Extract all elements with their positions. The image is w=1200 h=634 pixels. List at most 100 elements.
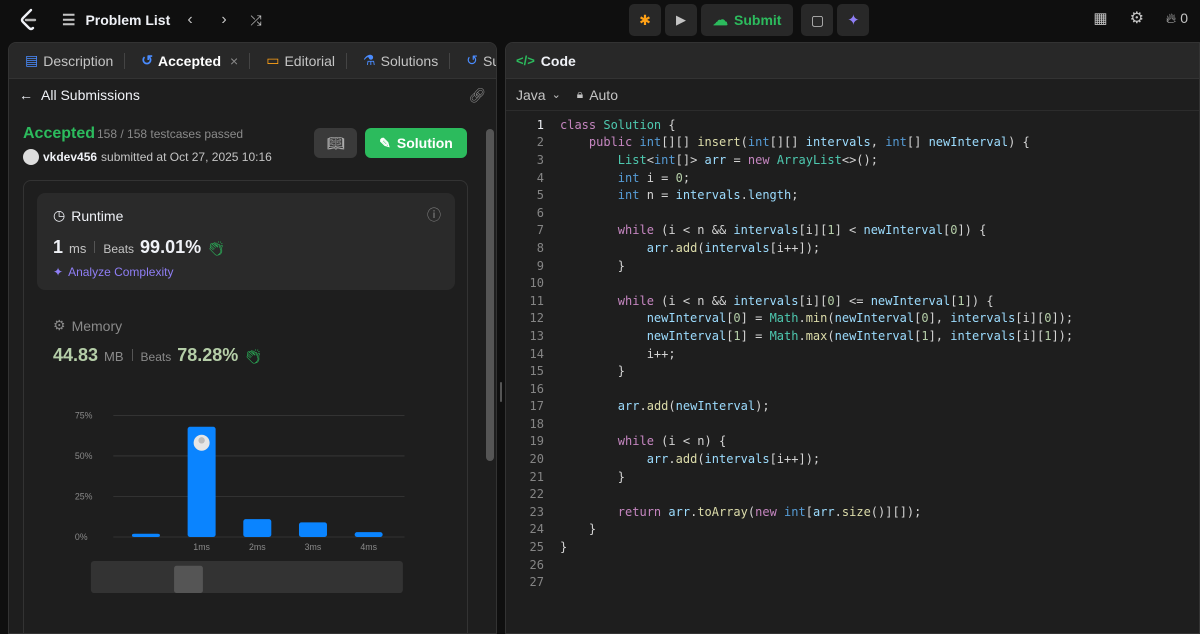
code-line[interactable]: 16 <box>506 380 1199 398</box>
code-line[interactable]: 8 arr.add(intervals[i++]); <box>506 239 1199 257</box>
code-line[interactable]: 19 while (i < n) { <box>506 433 1199 451</box>
tab-accepted[interactable]: ↺ Accepted × <box>133 43 258 79</box>
tab-solutions[interactable]: ⚗ Solutions <box>355 43 458 79</box>
chart-bar-2ms[interactable] <box>243 519 272 537</box>
chevron-down-icon: ⌄ <box>551 89 561 101</box>
runtime-beats-pct: 99.01% <box>140 237 202 257</box>
avatar[interactable] <box>23 149 39 165</box>
book-icon: ▭ <box>266 52 280 68</box>
note-icon: ▢ <box>810 11 825 28</box>
random-problem-button[interactable]: ⤮ <box>244 8 268 32</box>
language-select[interactable]: Java ⌄ <box>516 87 561 103</box>
code-line[interactable]: 3 List<int[]> arr = new ArrayList<>(); <box>506 151 1199 169</box>
divider <box>131 349 133 361</box>
list-icon: ☰ <box>62 12 76 29</box>
code-line[interactable]: 2 public int[][] insert(int[][] interval… <box>506 134 1199 152</box>
code-line[interactable]: 1 class Solution { <box>506 116 1199 134</box>
line-number: 1 <box>536 117 544 132</box>
username[interactable]: vkdev456 <box>43 150 97 164</box>
code-line[interactable]: 5 int n = intervals.length; <box>506 186 1199 204</box>
code-line[interactable]: 23 return arr.toArray(new int[arr.size()… <box>506 503 1199 521</box>
code-line[interactable]: 20 arr.add(intervals[i++]); <box>506 450 1199 468</box>
runtime-distribution-chart[interactable]: 75% 50% 25% 0% 1ms 2ms 3ms 4ms <box>24 401 469 601</box>
cloud-upload-icon: ☁ <box>713 12 728 29</box>
divider <box>94 241 96 253</box>
submitted-time: submitted at Oct 27, 2025 10:16 <box>101 150 272 164</box>
chart-bar-4ms[interactable] <box>354 532 383 537</box>
code-text: } <box>560 540 568 555</box>
code-line[interactable]: 21 } <box>506 468 1199 486</box>
next-problem-button[interactable]: › <box>212 8 236 32</box>
leetcode-logo-icon[interactable] <box>18 8 40 32</box>
memory-value: 44.83 MB Beats 78.28% 👏︎ <box>53 345 262 366</box>
layout-grid-icon[interactable]: ▦ <box>1093 9 1107 27</box>
panel-resize-handle[interactable] <box>497 42 505 634</box>
back-to-submissions[interactable]: ← All Submissions <box>19 87 140 103</box>
code-line[interactable]: 27 <box>506 573 1199 591</box>
scrollbar-thumb[interactable] <box>486 129 494 461</box>
debug-button[interactable]: ✱ <box>629 4 661 36</box>
runtime-value: 1 ms Beats 99.01% 👏︎ <box>53 237 225 258</box>
chart-bar-0ms[interactable] <box>131 533 160 537</box>
prev-problem-button[interactable]: ‹ <box>178 8 202 32</box>
code-line[interactable]: 22 <box>506 485 1199 503</box>
code-line[interactable]: 12 newInterval[0] = Math.min(newInterval… <box>506 310 1199 328</box>
streak-count: 0 <box>1180 10 1188 26</box>
code-line[interactable]: 14 i++; <box>506 345 1199 363</box>
analyze-complexity-link[interactable]: ✦ Analyze Complexity <box>53 265 173 279</box>
clap-icon: 👏︎ <box>244 348 263 364</box>
code-panel: </> Code Java ⌄ 🔒︎ Auto 1 class Solution … <box>505 42 1200 634</box>
code-line[interactable]: 9 } <box>506 257 1199 275</box>
code-line[interactable]: 7 while (i < n && intervals[i][1] < newI… <box>506 222 1199 240</box>
mode-label: Auto <box>589 86 618 103</box>
submit-button[interactable]: ☁ Submit <box>701 4 794 36</box>
code-title: Code <box>540 52 576 69</box>
code-text: List<int[]> arr = new ArrayList<>(); <box>617 152 878 167</box>
range-selector-handle[interactable] <box>174 565 203 593</box>
runtime-card[interactable]: ◷ Runtime ⓘ 1 ms Beats 99.01% 👏︎ ✦ Analy… <box>37 193 455 290</box>
memory-beats-pct: 78.28% <box>177 345 239 365</box>
tab-submissions[interactable]: ↺ Submis <box>458 43 496 79</box>
line-number: 27 <box>529 575 544 590</box>
close-tab-icon[interactable]: × <box>230 53 238 69</box>
code-line[interactable]: 18 <box>506 415 1199 433</box>
line-number: 16 <box>529 381 544 396</box>
settings-gear-icon[interactable]: ⚙ <box>1130 8 1144 28</box>
code-line[interactable]: 25} <box>506 538 1199 556</box>
range-selector[interactable] <box>90 561 403 593</box>
code-line[interactable]: 13 newInterval[1] = Math.max(newInterval… <box>506 327 1199 345</box>
code-line[interactable]: 4 int i = 0; <box>506 169 1199 187</box>
ai-assist-button[interactable]: ✦ <box>837 4 870 36</box>
tab-accepted-label: Accepted <box>158 52 222 69</box>
notes-button[interactable]: ▢ <box>801 4 834 36</box>
tab-separator <box>124 52 126 69</box>
tab-description[interactable]: ▤ Description <box>17 43 133 79</box>
chip-icon: ⚙ <box>53 317 66 333</box>
line-number: 2 <box>536 135 544 150</box>
streak-counter[interactable]: 🔥︎ 0 <box>1166 10 1188 27</box>
link-icon[interactable]: 🔗︎ <box>468 87 486 104</box>
tab-editorial[interactable]: ▭ Editorial <box>258 43 355 79</box>
info-icon[interactable]: ⓘ <box>427 205 441 225</box>
line-number: 9 <box>536 258 544 273</box>
notebook-button[interactable]: 📖︎ <box>314 128 357 158</box>
code-line[interactable]: 15 } <box>506 362 1199 380</box>
solution-button[interactable]: ✎ Solution <box>365 128 467 158</box>
auto-mode-toggle[interactable]: 🔒︎ Auto <box>577 87 618 103</box>
code-line[interactable]: 11 while (i < n && intervals[i][0] <= ne… <box>506 292 1199 310</box>
code-line[interactable]: 17 arr.add(newInterval); <box>506 398 1199 416</box>
code-line[interactable]: 10 <box>506 274 1199 292</box>
run-button[interactable]: ▶ <box>665 4 697 36</box>
submitter-info: vkdev456 submitted at Oct 27, 2025 10:16 <box>23 149 272 165</box>
code-line[interactable]: 26 <box>506 556 1199 574</box>
line-number: 23 <box>529 504 544 519</box>
chart-bar-3ms[interactable] <box>298 522 327 537</box>
code-text: newInterval[0] = Math.min(newInterval[0]… <box>646 311 1074 326</box>
code-line[interactable]: 24 } <box>506 521 1199 539</box>
code-editor[interactable]: 1 class Solution {2 public int[][] insert… <box>506 116 1199 591</box>
memory-title[interactable]: ⚙ Memory <box>53 317 122 334</box>
problem-list-link[interactable]: ☰ Problem List <box>62 9 170 31</box>
sparkle-icon: ✦ <box>53 265 64 279</box>
code-line[interactable]: 6 <box>506 204 1199 222</box>
code-text: } <box>560 469 626 484</box>
